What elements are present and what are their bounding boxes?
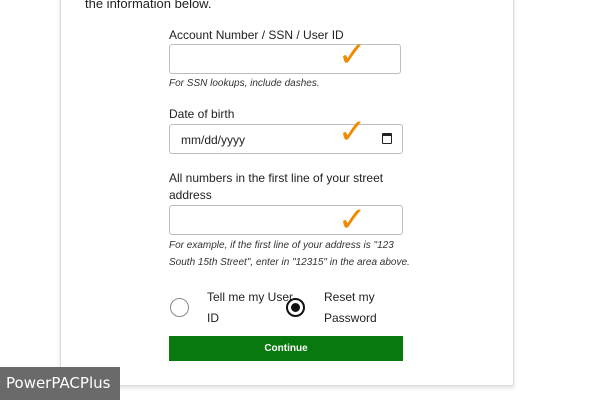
address-field-label-line2: address: [169, 188, 212, 202]
address-help-line2: South 15th Street", enter in "12315" in …: [169, 257, 410, 268]
checkmark-icon: ✓: [338, 35, 367, 75]
calendar-icon[interactable]: [382, 133, 392, 144]
address-field-label-line1: All numbers in the first line of your st…: [169, 171, 384, 185]
checkmark-icon: ✓: [338, 112, 367, 152]
account-field-label: Account Number / SSN / User ID: [169, 28, 344, 42]
page: the information below. Account Number / …: [0, 0, 600, 400]
dob-field-label: Date of birth: [169, 107, 235, 121]
radio-reset-password-label[interactable]: Reset my Password: [324, 287, 414, 329]
intro-text: the information below.: [85, 0, 212, 11]
address-numbers-field[interactable]: [169, 205, 403, 235]
dob-placeholder: mm/dd/yyyy: [181, 133, 246, 147]
radio-user-id-label-line2: ID: [207, 311, 219, 325]
checkmark-icon: ✓: [338, 200, 367, 240]
radio-reset-password-label-line2: Password: [324, 311, 377, 325]
radio-reset-password[interactable]: [286, 298, 305, 317]
radio-user-id-label[interactable]: Tell me my User ID: [207, 287, 297, 329]
dob-field[interactable]: mm/dd/yyyy: [169, 124, 403, 154]
watermark-label: PowerPACPlus: [0, 367, 120, 400]
radio-user-id-label-line1: Tell me my User: [207, 290, 294, 304]
account-field-help: For SSN lookups, include dashes.: [169, 78, 320, 89]
address-help-line1: For example, if the first line of your a…: [169, 240, 394, 251]
radio-reset-password-label-line1: Reset my: [324, 290, 375, 304]
radio-user-id[interactable]: [170, 298, 189, 317]
continue-button[interactable]: Continue: [169, 336, 403, 361]
